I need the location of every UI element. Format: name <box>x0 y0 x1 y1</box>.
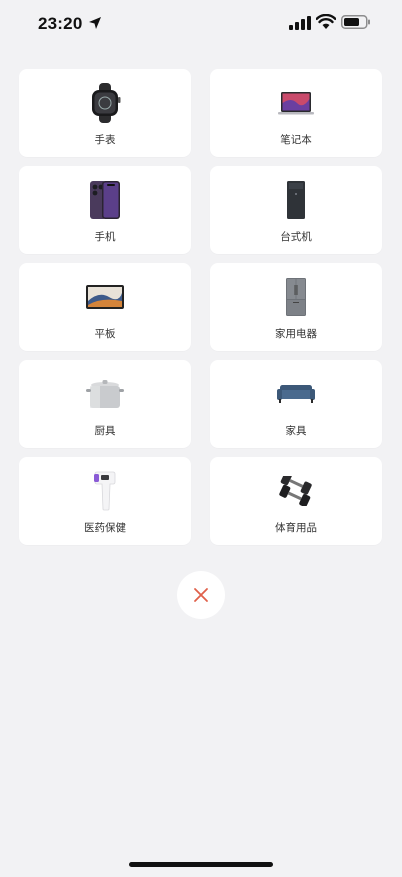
desktop-icon <box>272 180 320 220</box>
category-label: 医药保健 <box>84 522 126 534</box>
status-bar: 23:20 <box>0 0 402 50</box>
sofa-icon <box>272 374 320 414</box>
battery-icon <box>341 15 370 29</box>
category-label: 家用电器 <box>275 328 317 340</box>
status-time: 23:20 <box>38 14 83 33</box>
category-card-watch[interactable]: 手表 <box>19 69 191 157</box>
category-card-sports[interactable]: 体育用品 <box>210 457 382 545</box>
watch-icon <box>81 83 129 123</box>
cellular-signal-icon <box>289 16 311 30</box>
category-label: 手表 <box>94 134 116 146</box>
category-label: 平板 <box>94 328 116 340</box>
category-card-appliance[interactable]: 家用电器 <box>210 263 382 351</box>
close-button[interactable] <box>177 571 225 619</box>
thermometer-icon <box>81 471 129 511</box>
category-card-laptop[interactable]: 笔记本 <box>210 69 382 157</box>
location-arrow-icon <box>89 17 101 29</box>
category-label: 手机 <box>94 231 116 243</box>
category-label: 家具 <box>285 425 307 437</box>
dumbbell-icon <box>272 471 320 511</box>
laptop-icon <box>272 83 320 123</box>
wifi-icon <box>316 14 336 29</box>
home-indicator[interactable] <box>129 862 273 867</box>
pot-icon <box>81 374 129 414</box>
category-label: 笔记本 <box>280 134 312 146</box>
close-icon <box>194 588 208 602</box>
fridge-icon <box>272 277 320 317</box>
category-card-tablet[interactable]: 平板 <box>19 263 191 351</box>
phone-icon <box>81 180 129 220</box>
category-card-phone[interactable]: 手机 <box>19 166 191 254</box>
category-card-kitchenware[interactable]: 厨具 <box>19 360 191 448</box>
tablet-icon <box>81 277 129 317</box>
category-card-furniture[interactable]: 家具 <box>210 360 382 448</box>
category-card-desktop[interactable]: 台式机 <box>210 166 382 254</box>
category-label: 台式机 <box>280 231 312 243</box>
category-grid: 手表 笔记本 手机 台式机 平板 家用电器 厨具 家具 医药保健 体育用品 <box>19 69 382 545</box>
category-label: 厨具 <box>94 425 116 437</box>
category-card-healthcare[interactable]: 医药保健 <box>19 457 191 545</box>
category-label: 体育用品 <box>275 522 317 534</box>
